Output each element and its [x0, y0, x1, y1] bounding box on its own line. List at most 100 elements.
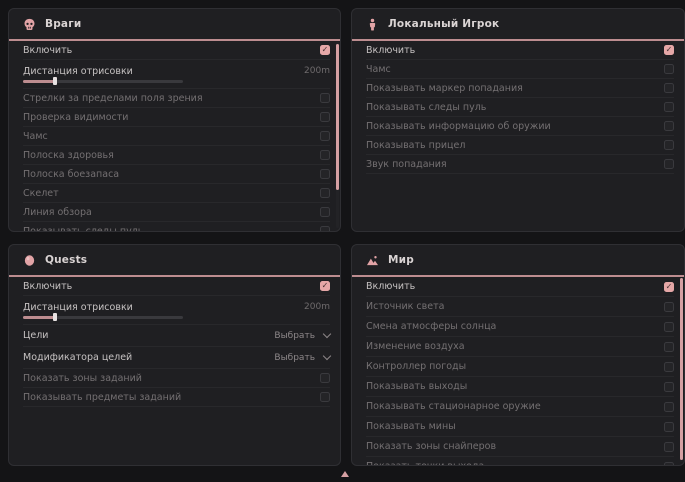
checkbox[interactable] [664, 159, 674, 169]
checkbox[interactable] [664, 442, 674, 452]
checkbox[interactable]: ✓ [664, 45, 674, 55]
dropdown[interactable]: Выбрать [274, 331, 330, 341]
setting-label: Включить [23, 45, 72, 56]
checkbox[interactable] [320, 373, 330, 383]
scroll-up-indicator[interactable] [341, 471, 349, 477]
panel-scrollbar[interactable] [336, 42, 339, 228]
checkbox[interactable]: ✓ [664, 282, 674, 292]
setting-label: Показывать информацию об оружии [366, 121, 551, 132]
setting-row-slider: Дистанция отрисовки 200m [23, 60, 330, 89]
checkbox[interactable] [320, 150, 330, 160]
setting-row: Включить ✓ [23, 41, 330, 60]
scrollbar-thumb[interactable] [680, 278, 683, 460]
skull-icon [23, 18, 36, 31]
setting-label: Скелет [23, 188, 59, 199]
setting-row: Показать точки выхода [366, 457, 674, 465]
player-icon [366, 18, 379, 31]
checkbox[interactable] [664, 121, 674, 131]
setting-row: Чамс [366, 60, 674, 79]
checkbox[interactable] [320, 226, 330, 231]
setting-label: Контроллер погоды [366, 361, 466, 372]
panel-title: Локальный Игрок [388, 18, 499, 30]
panel-scrollbar[interactable] [680, 278, 683, 462]
setting-row: Показывать маркер попадания [366, 79, 674, 98]
setting-label: Включить [366, 45, 415, 56]
checkbox[interactable]: ✓ [320, 281, 330, 291]
checkbox[interactable] [664, 64, 674, 74]
setting-label: Проверка видимости [23, 112, 128, 123]
slider-thumb[interactable] [53, 77, 57, 85]
setting-label: Дистанция отрисовки [23, 66, 133, 77]
chevron-down-icon [323, 352, 331, 360]
setting-row: Показывать информацию об оружии [366, 117, 674, 136]
checkbox[interactable] [320, 207, 330, 217]
dropdown[interactable]: Выбрать [274, 353, 330, 363]
checkbox[interactable] [664, 362, 674, 372]
slider-thumb[interactable] [53, 313, 57, 321]
setting-row: Показывать прицел [366, 136, 674, 155]
checkbox[interactable]: ✓ [320, 45, 330, 55]
checkbox[interactable] [664, 462, 674, 466]
setting-row: Показать зоны заданий [23, 369, 330, 388]
setting-row: Включить ✓ [366, 41, 674, 60]
checkbox[interactable] [320, 392, 330, 402]
setting-label: Показывать прицел [366, 140, 465, 151]
checkbox[interactable] [664, 402, 674, 412]
quest-icon [23, 254, 36, 267]
setting-label: Стрелки за пределами поля зрения [23, 93, 203, 104]
panel-body: Включить✓Источник светаСмена атмосферы с… [352, 277, 684, 465]
panel-quests: Quests Включить✓Дистанция отрисовки200mЦ… [8, 244, 341, 466]
setting-label: Полоска здоровья [23, 150, 114, 161]
setting-label: Показать зоны снайперов [366, 441, 496, 452]
panel-world: Мир Включить✓Источник светаСмена атмосфе… [351, 244, 685, 466]
slider-fill [23, 80, 55, 83]
dropdown-value: Выбрать [274, 331, 315, 341]
checkbox[interactable] [664, 422, 674, 432]
slider[interactable] [23, 80, 183, 83]
setting-row: Показывать предметы заданий [23, 388, 330, 407]
setting-row: Скелет [23, 184, 330, 203]
setting-row: Полоска здоровья [23, 146, 330, 165]
slider-fill [23, 316, 55, 319]
checkbox[interactable] [320, 131, 330, 141]
slider[interactable] [23, 316, 183, 319]
setting-row-dropdown: Цели Выбрать [23, 325, 330, 347]
checkbox[interactable] [664, 322, 674, 332]
setting-label: Показывать выходы [366, 381, 467, 392]
setting-row: Показать зоны снайперов [366, 437, 674, 457]
setting-row: Стрелки за пределами поля зрения [23, 89, 330, 108]
slider-value: 200m [304, 66, 330, 76]
setting-row-dropdown: Модификатора целей Выбрать [23, 347, 330, 369]
setting-label: Цели [23, 330, 48, 341]
checkbox[interactable] [664, 83, 674, 93]
slider-value: 200m [304, 302, 330, 312]
checkbox[interactable] [664, 140, 674, 150]
setting-label: Включить [23, 281, 72, 292]
setting-label: Полоска боезапаса [23, 169, 119, 180]
checkbox[interactable] [664, 382, 674, 392]
setting-label: Показывать стационарное оружие [366, 401, 541, 412]
setting-label: Линия обзора [23, 207, 92, 218]
panel-title: Quests [45, 254, 87, 266]
setting-label: Модификатора целей [23, 352, 132, 363]
checkbox[interactable] [320, 93, 330, 103]
checkbox[interactable] [664, 342, 674, 352]
checkbox[interactable] [320, 169, 330, 179]
panel-body: Включить ✓ Дистанция отрисовки 200m Стрелки … [9, 41, 340, 231]
checkbox[interactable] [320, 112, 330, 122]
setting-row: Линия обзора [23, 203, 330, 222]
setting-label: Смена атмосферы солнца [366, 321, 496, 332]
checkbox[interactable] [664, 102, 674, 112]
panel-enemies: Враги Включить✓Дистанция отрисовки200mСт… [8, 8, 341, 232]
setting-label: Звук попадания [366, 159, 447, 170]
checkbox[interactable] [320, 188, 330, 198]
setting-label: Показывать маркер попадания [366, 83, 523, 94]
setting-row: Показывать следы пуль [23, 222, 330, 231]
checkbox[interactable] [664, 302, 674, 312]
panel-header: Quests [9, 245, 340, 275]
setting-label: Показывать следы пуль [366, 102, 486, 113]
panel-body: Включить✓Дистанция отрисовки200mЦелиВыбр… [9, 277, 340, 465]
scrollbar-thumb[interactable] [336, 44, 339, 190]
panel-body: Включить ✓ Чамс Показывать маркер попадания… [352, 41, 684, 231]
setting-row: Изменение воздуха [366, 337, 674, 357]
